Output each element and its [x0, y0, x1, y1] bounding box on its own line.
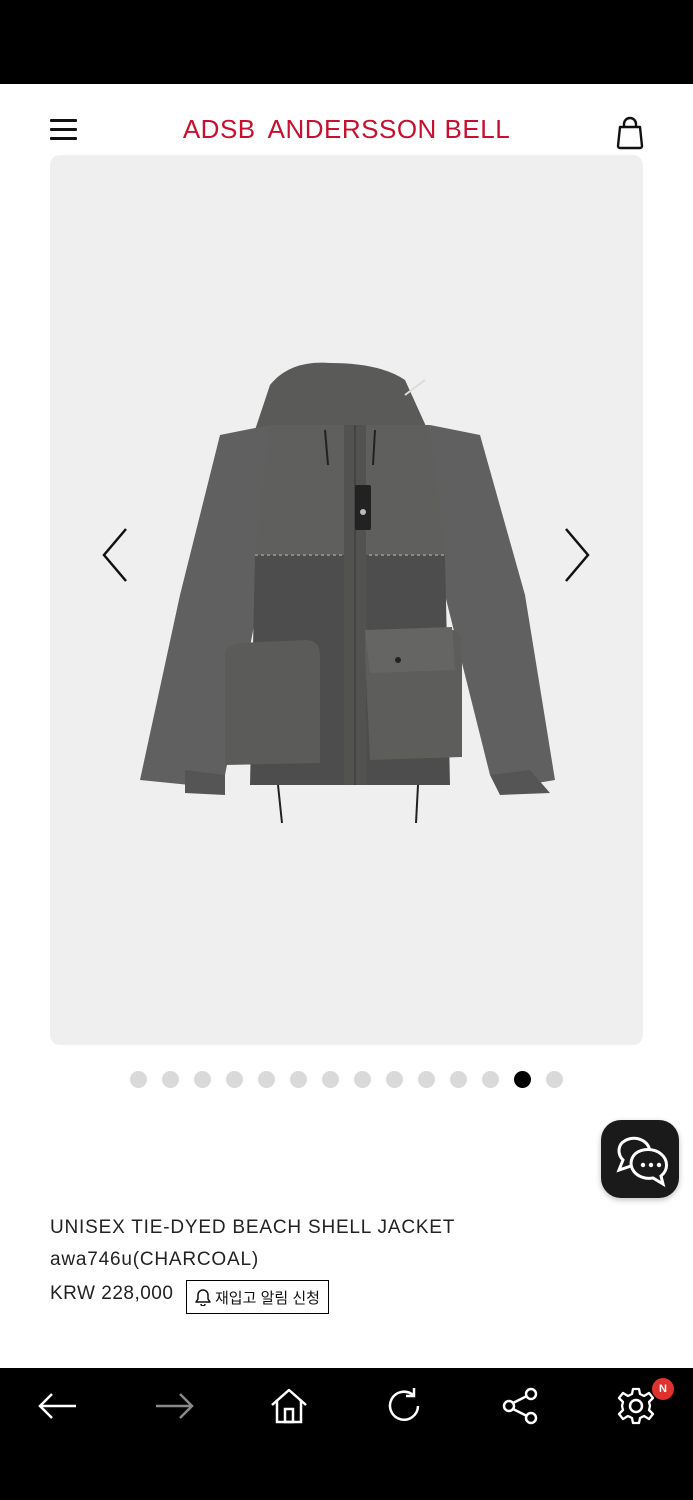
home-icon [271, 1388, 307, 1424]
notification-badge: N [652, 1378, 674, 1400]
home-button[interactable] [267, 1385, 311, 1427]
product-image [140, 362, 555, 824]
gallery-pagination [0, 1071, 693, 1089]
forward-button[interactable] [152, 1385, 196, 1427]
product-price: KRW 228,000 [50, 1283, 174, 1304]
chevron-right-icon [565, 528, 590, 582]
chevron-left-icon [102, 528, 127, 582]
gallery-dot[interactable] [258, 1071, 275, 1088]
gallery-dot[interactable] [162, 1071, 179, 1088]
shopping-bag-icon[interactable] [614, 116, 646, 150]
share-button[interactable] [498, 1385, 542, 1427]
chat-icon [616, 1136, 668, 1188]
gallery-dot[interactable] [322, 1071, 339, 1088]
gallery-dot[interactable] [194, 1071, 211, 1088]
gallery-dot[interactable] [482, 1071, 499, 1088]
gallery-dot[interactable] [546, 1071, 563, 1088]
gallery-dot[interactable] [354, 1071, 371, 1088]
refresh-button[interactable] [382, 1385, 426, 1427]
back-button[interactable] [36, 1385, 80, 1427]
product-name: UNISEX TIE-DYED BEACH SHELL JACKET [50, 1217, 456, 1238]
restock-alert-button[interactable]: 재입고 알림 신청 [186, 1280, 329, 1314]
forward-arrow-icon [156, 1393, 194, 1419]
gallery-dot[interactable] [226, 1071, 243, 1088]
product-code: awa746u(CHARCOAL) [50, 1249, 259, 1270]
bell-icon [195, 1289, 211, 1306]
product-gallery[interactable] [50, 155, 643, 1045]
gallery-prev-arrow[interactable] [98, 525, 138, 585]
gallery-dot[interactable] [130, 1071, 147, 1088]
back-arrow-icon [38, 1393, 76, 1419]
product-title: UNISEX TIE-DYED BEACH SHELL JACKET awa74… [50, 1212, 650, 1276]
gallery-dot[interactable] [386, 1071, 403, 1088]
chat-button[interactable] [601, 1120, 679, 1198]
gallery-dot[interactable] [514, 1071, 531, 1088]
refresh-icon [388, 1388, 420, 1421]
restock-alert-label: 재입고 알림 신청 [215, 1289, 320, 1307]
brand-mark: ADSB [182, 114, 256, 144]
brand-logo[interactable]: ADSB ANDERSSON BELL [0, 114, 693, 145]
gallery-next-arrow[interactable] [556, 525, 596, 585]
gallery-dot[interactable] [290, 1071, 307, 1088]
status-bar [0, 0, 693, 84]
brand-name: ANDERSSON BELL [267, 114, 511, 144]
bottom-nav-bar [0, 1368, 693, 1500]
share-icon [502, 1387, 538, 1425]
gallery-dot[interactable] [450, 1071, 467, 1088]
gallery-dot[interactable] [418, 1071, 435, 1088]
